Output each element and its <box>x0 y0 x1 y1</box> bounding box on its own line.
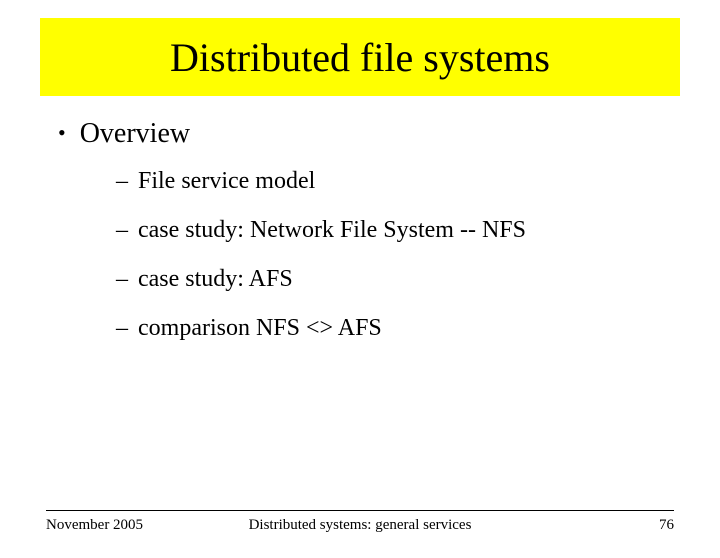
footer-page-number: 76 <box>489 517 674 534</box>
footer-row: November 2005 Distributed systems: gener… <box>46 517 674 534</box>
slide-title: Distributed file systems <box>170 34 550 81</box>
subitem-label: case study: AFS <box>138 266 293 293</box>
bullet-level1-label: Overview <box>80 118 190 150</box>
bullet-dot-icon: • <box>58 122 66 144</box>
title-bar: Distributed file systems <box>40 18 680 96</box>
subitem-label: case study: Network File System -- NFS <box>138 217 526 244</box>
bullet-dash-icon: – <box>116 168 128 195</box>
bullet-level2: – case study: Network File System -- NFS <box>116 217 662 244</box>
slide: Distributed file systems • Overview – Fi… <box>0 18 720 558</box>
bullet-level1: • Overview <box>58 118 662 150</box>
bullet-level2: – case study: AFS <box>116 266 662 293</box>
bullet-dash-icon: – <box>116 315 128 342</box>
bullet-dash-icon: – <box>116 266 128 293</box>
subitem-list: – File service model – case study: Netwo… <box>58 168 662 342</box>
footer-subject: Distributed systems: general services <box>231 517 490 534</box>
subitem-label: comparison NFS <> AFS <box>138 315 382 342</box>
footer-date: November 2005 <box>46 517 231 534</box>
bullet-dash-icon: – <box>116 217 128 244</box>
content-area: • Overview – File service model – case s… <box>0 96 720 342</box>
footer-divider <box>46 510 674 511</box>
subitem-label: File service model <box>138 168 315 195</box>
bullet-level2: – File service model <box>116 168 662 195</box>
footer: November 2005 Distributed systems: gener… <box>0 510 720 534</box>
bullet-level2: – comparison NFS <> AFS <box>116 315 662 342</box>
